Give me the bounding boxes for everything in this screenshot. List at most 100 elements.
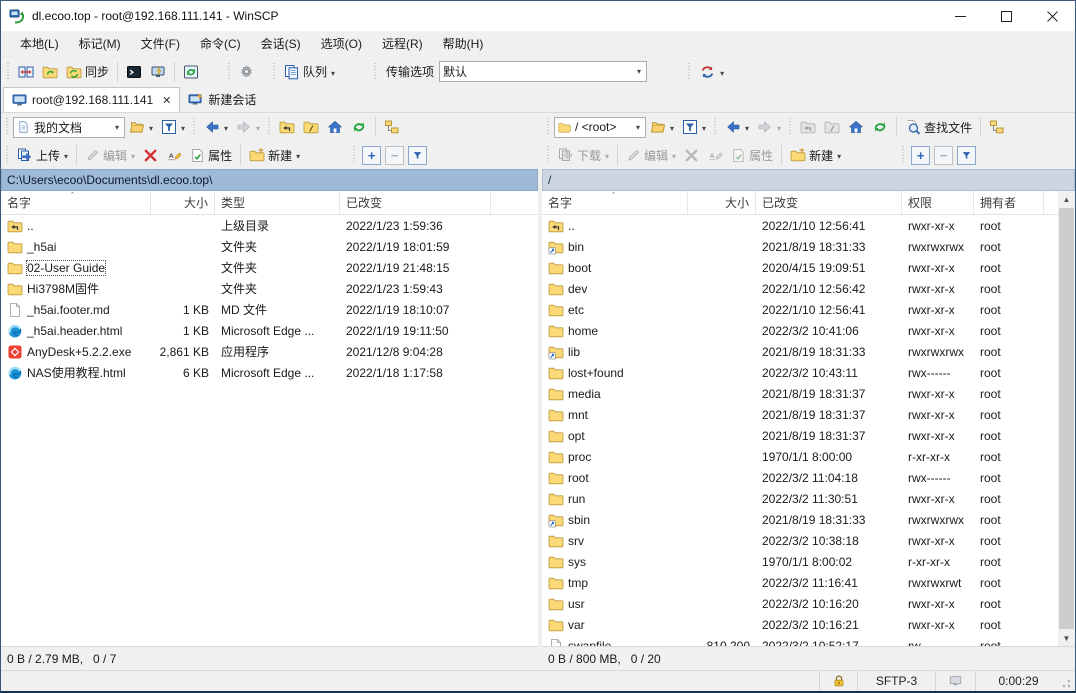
file-row[interactable]: lost+found2022/3/2 10:43:11rwx------root <box>542 362 1058 383</box>
file-row[interactable]: _h5ai文件夹2022/1/19 18:01:59 <box>1 236 538 257</box>
remote-back-button[interactable] <box>721 116 753 138</box>
column-header-name[interactable]: 名字ˆ <box>1 191 151 214</box>
toolbar-grip[interactable] <box>687 63 692 81</box>
remote-select-remove-button[interactable]: − <box>934 146 953 165</box>
local-back-button[interactable] <box>200 116 232 138</box>
local-refresh-button[interactable] <box>347 116 371 138</box>
remote-home-button[interactable] <box>844 116 868 138</box>
file-row[interactable]: opt2021/8/19 18:31:37rwxr-xr-xroot <box>542 425 1058 446</box>
file-row[interactable]: swapfile810,2002022/3/2 10:52:17rw-root <box>542 635 1058 646</box>
file-row[interactable]: var2022/3/2 10:16:21rwxr-xr-xroot <box>542 614 1058 635</box>
local-home-button[interactable] <box>323 116 347 138</box>
menu-item-4[interactable]: 会话(S) <box>252 31 310 56</box>
column-header-name[interactable]: 名字ˆ <box>542 191 688 214</box>
local-edit-button[interactable]: 编辑 <box>81 144 139 167</box>
remote-path-bar[interactable]: / <box>542 169 1075 191</box>
file-row[interactable]: bin2021/8/19 18:31:33rwxrwxrwxroot <box>542 236 1058 257</box>
file-row[interactable]: ..上级目录2022/1/23 1:59:36 <box>1 215 538 236</box>
column-header-changed[interactable]: 已改变 <box>340 191 491 214</box>
toolbar-grip[interactable] <box>227 63 232 81</box>
file-row[interactable]: etc2022/1/10 12:56:41rwxr-xr-xroot <box>542 299 1058 320</box>
synchronize-browsing-button[interactable] <box>38 61 62 83</box>
toolbar-grip[interactable] <box>546 146 551 164</box>
remote-properties-button[interactable]: 属性 <box>727 144 777 167</box>
local-root-directory-button[interactable] <box>299 116 323 138</box>
menu-item-5[interactable]: 选项(O) <box>312 31 371 56</box>
tab-close-icon[interactable]: ✕ <box>162 94 171 107</box>
menu-item-6[interactable]: 远程(R) <box>373 31 432 56</box>
local-parent-directory-button[interactable] <box>275 116 299 138</box>
session-tab-active[interactable]: root@192.168.111.141 ✕ <box>3 87 180 112</box>
local-delete-button[interactable] <box>139 145 162 166</box>
download-button[interactable]: 下载 <box>554 144 613 167</box>
remote-tree-button[interactable] <box>985 116 1009 138</box>
transfer-settings-button[interactable] <box>695 61 728 83</box>
menu-item-3[interactable]: 命令(C) <box>191 31 250 56</box>
file-row[interactable]: srv2022/3/2 10:38:18rwxr-xr-xroot <box>542 530 1058 551</box>
remote-new-button[interactable]: 新建 <box>786 144 845 167</box>
synchronize-button[interactable]: 同步 <box>62 60 113 83</box>
remote-select-add-button[interactable]: + <box>911 146 930 165</box>
menu-item-1[interactable]: 标记(M) <box>70 31 130 56</box>
toolbar-grip[interactable] <box>5 118 10 136</box>
menu-item-0[interactable]: 本地(L) <box>11 31 68 56</box>
file-row[interactable]: ..2022/1/10 12:56:41rwxr-xr-xroot <box>542 215 1058 236</box>
file-row[interactable]: AnyDesk+5.2.2.exe2,861 KB应用程序2021/12/8 9… <box>1 341 538 362</box>
toolbar-grip[interactable] <box>901 146 906 164</box>
protocol-indicator[interactable]: SFTP-3 <box>857 671 935 691</box>
close-button[interactable] <box>1029 1 1075 31</box>
toolbar-grip[interactable] <box>272 63 277 81</box>
column-header-perms[interactable]: 权限 <box>902 191 974 214</box>
toolbar-grip[interactable] <box>546 118 551 136</box>
local-new-button[interactable]: 新建 <box>245 144 304 167</box>
column-header-type[interactable]: 类型 <box>215 191 340 214</box>
local-select-remove-button[interactable]: − <box>385 146 404 165</box>
local-open-directory-button[interactable] <box>125 116 157 138</box>
local-filter-button[interactable] <box>157 116 189 138</box>
file-row[interactable]: 02-User Guide文件夹2022/1/19 21:48:15 <box>1 257 538 278</box>
remote-forward-button[interactable] <box>753 116 785 138</box>
new-session-tab[interactable]: 新建会话 <box>180 87 264 112</box>
scroll-up-icon[interactable]: ▲ <box>1058 191 1075 207</box>
remote-edit-button[interactable]: 编辑 <box>622 144 680 167</box>
column-header-changed[interactable]: 已改变 <box>756 191 902 214</box>
scroll-down-icon[interactable]: ▼ <box>1058 630 1075 646</box>
transfer-preset-combo[interactable]: 默认 ▾ <box>439 61 647 82</box>
resize-grip[interactable] <box>1061 671 1075 691</box>
file-row[interactable]: _h5ai.header.html1 KBMicrosoft Edge ...2… <box>1 320 538 341</box>
file-row[interactable]: usr2022/3/2 10:16:20rwxr-xr-xroot <box>542 593 1058 614</box>
toolbar-grip[interactable] <box>373 63 378 81</box>
refresh-session-button[interactable] <box>179 61 203 83</box>
menu-item-7[interactable]: 帮助(H) <box>434 31 493 56</box>
remote-open-directory-button[interactable] <box>646 116 678 138</box>
toolbar-grip[interactable] <box>713 118 718 136</box>
column-header-size[interactable]: 大小 <box>151 191 215 214</box>
connection-icon[interactable] <box>935 671 975 691</box>
file-row[interactable]: boot2020/4/15 19:09:51rwxr-xr-xroot <box>542 257 1058 278</box>
remote-scrollbar[interactable]: ▲ ▼ <box>1058 191 1075 646</box>
remote-location-combo[interactable]: / <root> ▾ <box>554 117 646 138</box>
local-tree-button[interactable] <box>380 116 404 138</box>
toolbar-grip[interactable] <box>6 63 11 81</box>
menu-item-2[interactable]: 文件(F) <box>132 31 189 56</box>
local-select-add-button[interactable]: + <box>362 146 381 165</box>
local-location-combo[interactable]: 我的文档 ▾ <box>13 117 125 138</box>
minimize-button[interactable] <box>937 1 983 31</box>
remote-parent-directory-button[interactable] <box>796 116 820 138</box>
remote-delete-button[interactable] <box>680 145 703 166</box>
column-header-size[interactable]: 大小 <box>688 191 756 214</box>
file-row[interactable]: NAS使用教程.html6 KBMicrosoft Edge ...2022/1… <box>1 362 538 383</box>
preferences-gear-button[interactable] <box>235 61 258 82</box>
open-console-button[interactable] <box>122 61 146 83</box>
local-properties-button[interactable]: 属性 <box>186 144 236 167</box>
remote-rename-button[interactable] <box>703 145 727 166</box>
local-selection-filter-button[interactable] <box>408 146 427 165</box>
file-row[interactable]: run2022/3/2 11:30:51rwxr-xr-xroot <box>542 488 1058 509</box>
file-row[interactable]: sbin2021/8/19 18:31:33rwxrwxrwxroot <box>542 509 1058 530</box>
file-row[interactable]: home2022/3/2 10:41:06rwxr-xr-xroot <box>542 320 1058 341</box>
file-row[interactable]: Hi3798M固件文件夹2022/1/23 1:59:43 <box>1 278 538 299</box>
open-in-putty-button[interactable] <box>146 61 170 83</box>
local-forward-button[interactable] <box>232 116 264 138</box>
remote-selection-filter-button[interactable] <box>957 146 976 165</box>
upload-button[interactable]: 上传 <box>13 144 72 167</box>
